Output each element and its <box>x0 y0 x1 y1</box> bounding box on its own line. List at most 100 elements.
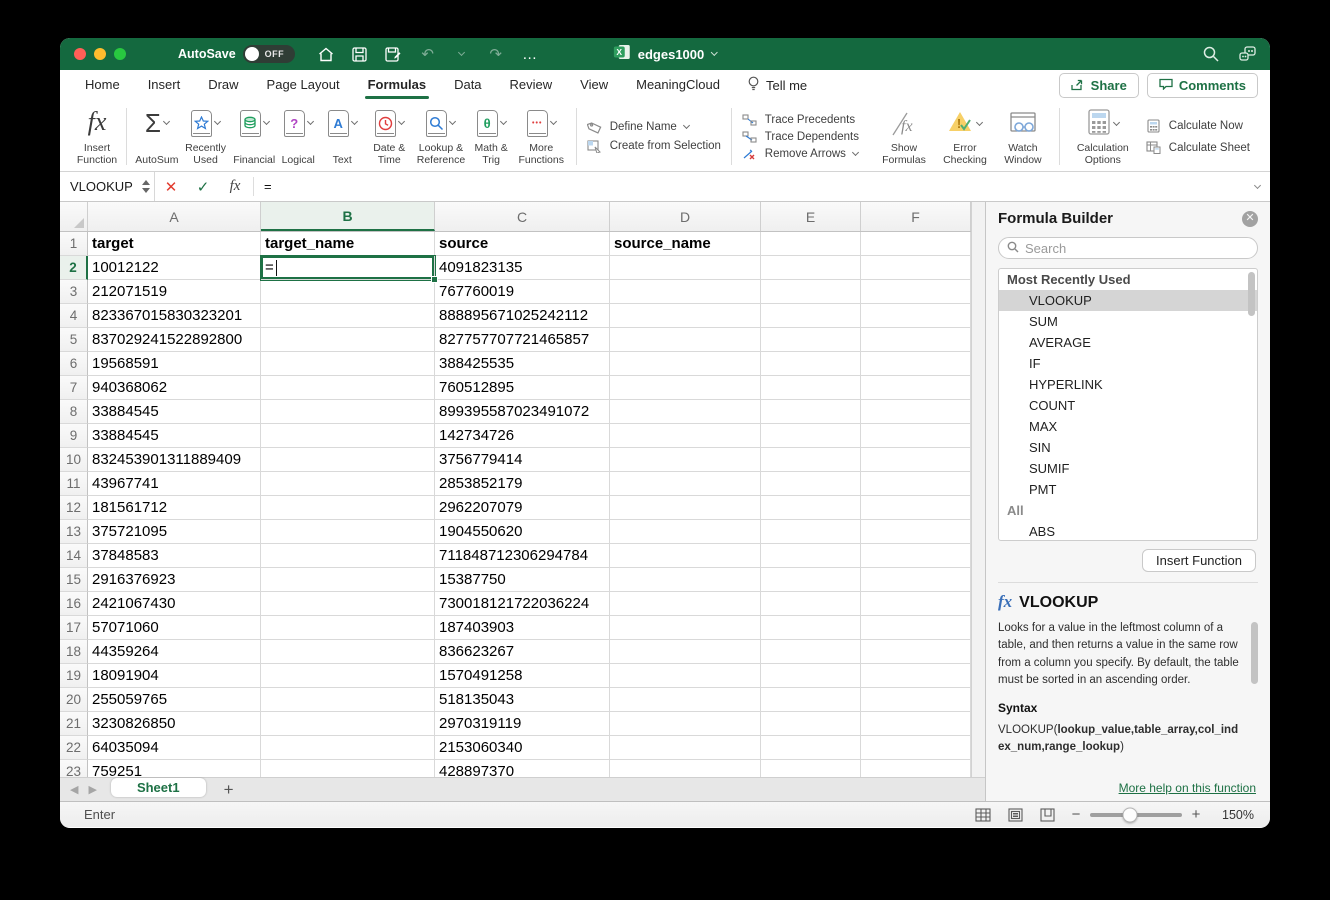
save-icon[interactable] <box>351 45 369 63</box>
remove-arrows-button[interactable]: Remove Arrows <box>742 147 859 161</box>
stepper-down-icon[interactable] <box>142 188 150 193</box>
cell-f11[interactable] <box>861 472 971 496</box>
cell-e22[interactable] <box>761 736 861 760</box>
cell-d5[interactable] <box>610 328 761 352</box>
cell-a9[interactable]: 33884545 <box>88 424 261 448</box>
cell-d23[interactable] <box>610 760 761 777</box>
cell-f22[interactable] <box>861 736 971 760</box>
function-item-count[interactable]: COUNT <box>999 395 1257 416</box>
function-item-average[interactable]: AVERAGE <box>999 332 1257 353</box>
ribbon-financial-button[interactable]: Financial <box>232 104 276 169</box>
zoom-window-button[interactable] <box>114 48 126 60</box>
cell-e16[interactable] <box>761 592 861 616</box>
cell-b22[interactable] <box>261 736 435 760</box>
normal-view-icon[interactable] <box>974 807 992 823</box>
cell-c18[interactable]: 836623267 <box>435 640 610 664</box>
ribbon-text-button[interactable]: AText <box>320 104 364 169</box>
cell-a2[interactable]: 10012122 <box>88 256 261 280</box>
cell-e23[interactable] <box>761 760 861 777</box>
calculate-sheet-button[interactable]: Calculate Sheet <box>1146 141 1250 155</box>
cell-a16[interactable]: 2421067430 <box>88 592 261 616</box>
function-item-abs[interactable]: ABS <box>999 521 1257 541</box>
row-header-11[interactable]: 11 <box>60 472 88 496</box>
cell-a12[interactable]: 181561712 <box>88 496 261 520</box>
cell-e21[interactable] <box>761 712 861 736</box>
cell-a5[interactable]: 837029241522892800 <box>88 328 261 352</box>
cell-b16[interactable] <box>261 592 435 616</box>
next-sheet-icon[interactable]: ▶ <box>88 783 96 796</box>
save-as-icon[interactable] <box>385 45 403 63</box>
cell-d3[interactable] <box>610 280 761 304</box>
row-header-10[interactable]: 10 <box>60 448 88 472</box>
tab-insert[interactable]: Insert <box>147 71 182 99</box>
row-header-9[interactable]: 9 <box>60 424 88 448</box>
cell-f14[interactable] <box>861 544 971 568</box>
tab-meaningcloud[interactable]: MeaningCloud <box>635 71 721 99</box>
undo-icon[interactable]: ↶ <box>419 45 437 63</box>
zoom-slider[interactable] <box>1090 813 1182 817</box>
row-header-22[interactable]: 22 <box>60 736 88 760</box>
cell-b10[interactable] <box>261 448 435 472</box>
row-header-19[interactable]: 19 <box>60 664 88 688</box>
function-item-vlookup[interactable]: VLOOKUP <box>999 290 1257 311</box>
prev-sheet-icon[interactable]: ◀ <box>70 783 78 796</box>
column-header-e[interactable]: E <box>761 202 861 231</box>
insert-function-button[interactable]: fx Insert Function <box>70 104 124 169</box>
cell-f18[interactable] <box>861 640 971 664</box>
row-header-5[interactable]: 5 <box>60 328 88 352</box>
calculation-options-button[interactable]: Calculation Options <box>1068 104 1138 169</box>
zoom-level[interactable]: 150% <box>1216 808 1254 822</box>
cell-f15[interactable] <box>861 568 971 592</box>
cell-a18[interactable]: 44359264 <box>88 640 261 664</box>
undo-menu-chevron-icon[interactable] <box>453 45 471 63</box>
confirm-entry-icon[interactable]: ✓ <box>187 178 219 196</box>
row-header-2[interactable]: 2 <box>60 256 88 280</box>
function-item-max[interactable]: MAX <box>999 416 1257 437</box>
function-search-input[interactable]: Search <box>998 237 1258 259</box>
cell-a14[interactable]: 37848583 <box>88 544 261 568</box>
tab-home[interactable]: Home <box>84 71 121 99</box>
function-item-pmt[interactable]: PMT <box>999 479 1257 500</box>
insert-function-panel-button[interactable]: Insert Function <box>1142 549 1256 572</box>
cell-b9[interactable] <box>261 424 435 448</box>
row-header-3[interactable]: 3 <box>60 280 88 304</box>
cell-d21[interactable] <box>610 712 761 736</box>
tab-page-layout[interactable]: Page Layout <box>266 71 341 99</box>
comments-button[interactable]: Comments <box>1147 73 1258 98</box>
cell-e17[interactable] <box>761 616 861 640</box>
cell-c22[interactable]: 2153060340 <box>435 736 610 760</box>
cell-e5[interactable] <box>761 328 861 352</box>
cell-e11[interactable] <box>761 472 861 496</box>
cell-d4[interactable] <box>610 304 761 328</box>
cell-e4[interactable] <box>761 304 861 328</box>
cell-d18[interactable] <box>610 640 761 664</box>
cell-c2[interactable]: 4091823135 <box>435 256 610 280</box>
row-header-1[interactable]: 1 <box>60 232 88 256</box>
more-commands-icon[interactable]: … <box>521 45 539 63</box>
cell-b11[interactable] <box>261 472 435 496</box>
row-header-7[interactable]: 7 <box>60 376 88 400</box>
function-item-sin[interactable]: SIN <box>999 437 1257 458</box>
cell-d7[interactable] <box>610 376 761 400</box>
formula-input[interactable]: = <box>256 172 1255 201</box>
search-icon[interactable] <box>1202 45 1220 63</box>
formula-bar-expand-chevron-icon[interactable] <box>1255 172 1270 201</box>
cell-d16[interactable] <box>610 592 761 616</box>
ribbon-math-trig-button[interactable]: θMath & Trig <box>468 104 515 169</box>
function-item-hyperlink[interactable]: HYPERLINK <box>999 374 1257 395</box>
row-header-21[interactable]: 21 <box>60 712 88 736</box>
cell-a19[interactable]: 18091904 <box>88 664 261 688</box>
panel-close-icon[interactable]: ✕ <box>1242 211 1258 227</box>
cell-d1[interactable]: source_name <box>610 232 761 256</box>
cell-f12[interactable] <box>861 496 971 520</box>
cell-c15[interactable]: 15387750 <box>435 568 610 592</box>
cell-e6[interactable] <box>761 352 861 376</box>
fill-handle[interactable] <box>431 276 438 283</box>
collaboration-icon[interactable] <box>1238 45 1256 63</box>
cell-b20[interactable] <box>261 688 435 712</box>
cell-a10[interactable]: 832453901311889409 <box>88 448 261 472</box>
cell-e18[interactable] <box>761 640 861 664</box>
column-header-c[interactable]: C <box>435 202 610 231</box>
cell-a8[interactable]: 33884545 <box>88 400 261 424</box>
column-header-f[interactable]: F <box>861 202 971 231</box>
